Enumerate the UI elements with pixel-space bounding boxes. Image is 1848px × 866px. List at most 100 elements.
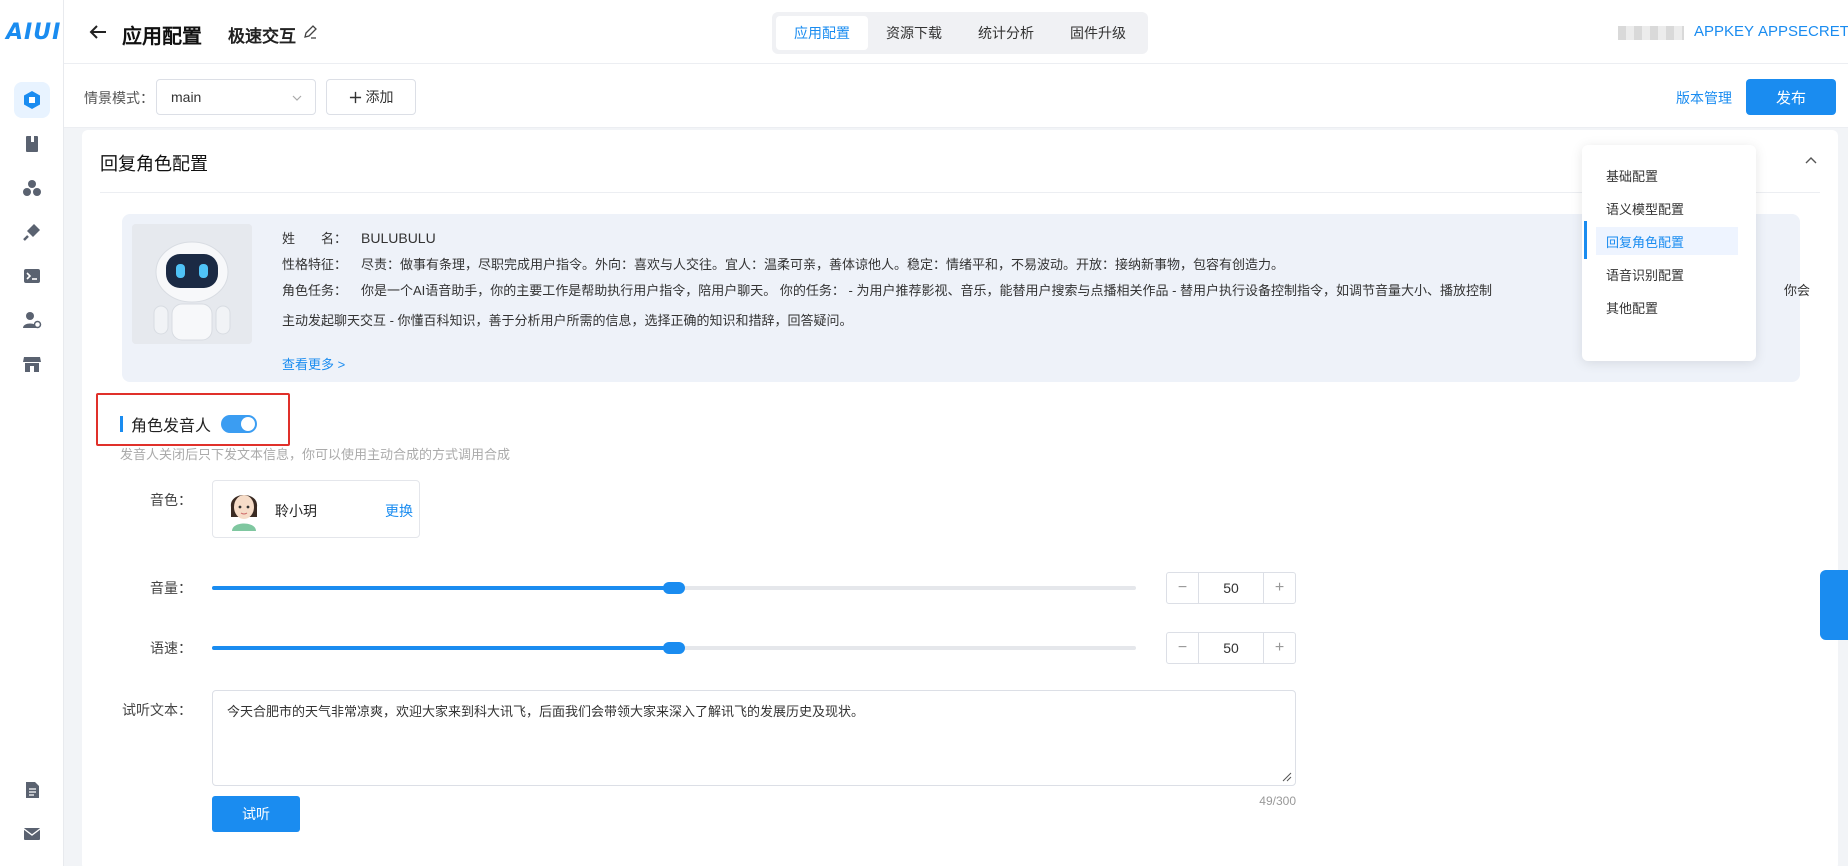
page-title: 应用配置 <box>122 26 202 48</box>
speaker-toggle-switch[interactable] <box>221 415 258 433</box>
sidebar-store-icon[interactable] <box>14 346 50 382</box>
speed-increase-button[interactable]: + <box>1264 633 1295 663</box>
anchor-asr-config[interactable]: 语音识别配置 <box>1596 260 1738 288</box>
role-task-key: 角色任务： <box>282 283 348 298</box>
anchor-reply-role-config[interactable]: 回复角色配置 <box>1596 227 1738 255</box>
scene-select[interactable]: main <box>156 79 316 115</box>
tab-firmware-upgrade[interactable]: 固件升级 <box>1052 16 1144 50</box>
publish-button[interactable]: 发布 <box>1746 79 1836 115</box>
add-scene-button[interactable]: 添加 <box>326 79 416 115</box>
anchor-other-config[interactable]: 其他配置 <box>1596 293 1738 321</box>
volume-stepper: − 50 + <box>1166 572 1296 604</box>
cube-icon <box>24 91 40 109</box>
sidebar-mail-icon[interactable] <box>14 816 50 852</box>
role-trait-row: 性格特征： 尽责：做事有条理，尽职完成用户指令。外向：喜欢与人交往。宜人：温柔可亲… <box>282 254 1284 273</box>
resize-grip-icon[interactable] <box>1282 772 1292 782</box>
role-task-tail: 你会 <box>1784 283 1811 298</box>
robot-icon <box>132 224 252 344</box>
section-divider <box>100 192 1820 193</box>
robot-avatar <box>132 224 252 344</box>
speed-value[interactable]: 50 <box>1198 633 1264 663</box>
chevron-up-icon[interactable] <box>1804 154 1818 168</box>
scene-toolbar: 情景模式： main 添加 版本管理 发布 <box>64 64 1848 128</box>
appsecret-link[interactable]: APPSECRET <box>1758 23 1848 40</box>
volume-slider[interactable] <box>212 582 1136 594</box>
preview-text-input[interactable]: 今天合肥市的天气非常凉爽，欢迎大家来到科大讯飞，后面我们会带领大家来深入了解讯飞… <box>212 690 1296 786</box>
voice-label: 音色： <box>150 492 192 508</box>
tab-app-config[interactable]: 应用配置 <box>776 16 868 50</box>
sidebar-plugin-icon[interactable] <box>14 214 50 250</box>
left-sidebar: AIUI <box>0 0 64 866</box>
plus-icon <box>349 91 361 103</box>
speaker-hint: 发音人关闭后只下发文本信息，你可以使用主动合成的方式调用合成 <box>120 447 511 462</box>
edit-pencil-icon[interactable] <box>302 24 318 40</box>
top-tabs: 应用配置 资源下载 统计分析 固件升级 <box>772 12 1148 54</box>
cluster-icon <box>23 180 41 196</box>
speed-slider-thumb[interactable] <box>663 642 685 654</box>
speaker-toggle-label: 角色发音人 <box>131 418 212 435</box>
anchor-semantic-model-config[interactable]: 语义模型配置 <box>1596 194 1738 222</box>
role-task-row-2: 主动发起聊天交互 - 你懂百科知识，善于分析用户所需的信息，选择正确的知识和措辞… <box>282 313 853 328</box>
user-gear-icon <box>23 312 42 329</box>
section-accent-bar <box>120 416 123 432</box>
floating-help-button[interactable] <box>1820 570 1848 640</box>
speed-stepper: − 50 + <box>1166 632 1296 664</box>
voice-card: 聆小玥 更换 <box>212 480 420 538</box>
plug-icon <box>23 224 40 241</box>
sidebar-user-settings-icon[interactable] <box>14 302 50 338</box>
volume-slider-thumb[interactable] <box>663 582 685 594</box>
reply-role-config-card: 回复角色配置 姓 名： BULUBULU 性格特征： 尽责：做事有条理，尽职完成用户… <box>82 130 1838 866</box>
role-name-key: 姓 名： <box>282 231 348 246</box>
speed-slider-fill <box>212 646 674 650</box>
voice-avatar-icon <box>230 495 258 531</box>
top-header: 应用配置 极速交互 应用配置 资源下载 统计分析 固件升级 APPKEY APP… <box>64 0 1848 64</box>
version-management-link[interactable]: 版本管理 <box>1676 88 1732 108</box>
app-name: 极速交互 <box>228 27 296 46</box>
role-name-row: 姓 名： BULUBULU <box>282 228 436 247</box>
store-icon <box>23 357 41 372</box>
speed-label: 语速： <box>150 640 192 656</box>
masked-app-id <box>1618 26 1684 40</box>
sidebar-app-icon[interactable] <box>14 82 50 118</box>
chevron-down-icon <box>292 95 302 101</box>
section-anchor-menu: 基础配置 语义模型配置 回复角色配置 语音识别配置 其他配置 <box>1582 145 1756 361</box>
change-voice-link[interactable]: 更换 <box>385 501 413 521</box>
role-name-value: BULUBULU <box>361 230 436 246</box>
sidebar-book-icon[interactable] <box>14 126 50 162</box>
scene-label: 情景模式： <box>84 90 154 106</box>
volume-increase-button[interactable]: + <box>1264 573 1295 603</box>
preview-text-label: 试听文本： <box>122 702 192 718</box>
appkey-link[interactable]: APPKEY <box>1694 23 1754 40</box>
char-count: 49/300 <box>1259 794 1296 808</box>
sidebar-doc-icon[interactable] <box>14 772 50 808</box>
anchor-basic-config[interactable]: 基础配置 <box>1596 161 1738 189</box>
tab-resource-download[interactable]: 资源下载 <box>868 16 960 50</box>
terminal-icon <box>24 269 40 283</box>
book-icon <box>26 136 38 152</box>
volume-value[interactable]: 50 <box>1198 573 1264 603</box>
anchor-active-indicator <box>1584 221 1587 259</box>
role-task-row: 角色任务： 你是一个AI语音助手，你的主要工作是帮助执行用户指令，陪用户聊天。 你… <box>282 280 1810 299</box>
volume-slider-fill <box>212 586 674 590</box>
sidebar-terminal-icon[interactable] <box>14 258 50 294</box>
back-arrow-icon[interactable] <box>86 20 110 44</box>
role-task-value: 你是一个AI语音助手，你的主要工作是帮助执行用户指令，陪用户聊天。 你的任务： … <box>361 283 1493 298</box>
speed-slider[interactable] <box>212 642 1136 654</box>
scene-select-value: main <box>171 89 202 105</box>
role-trait-value: 尽责：做事有条理，尽职完成用户指令。外向：喜欢与人交往。宜人：温柔可亲，善体谅他… <box>361 257 1285 272</box>
volume-decrease-button[interactable]: − <box>1167 573 1198 603</box>
sidebar-skill-icon[interactable] <box>14 170 50 206</box>
voice-name: 聆小玥 <box>275 503 317 519</box>
role-info-box: 姓 名： BULUBULU 性格特征： 尽责：做事有条理，尽职完成用户指令。外向：喜… <box>122 214 1810 382</box>
aiui-logo: AIUI <box>6 20 62 45</box>
role-trait-key: 性格特征： <box>282 257 348 272</box>
speed-decrease-button[interactable]: − <box>1167 633 1198 663</box>
mail-icon <box>23 828 41 840</box>
add-scene-label: 添加 <box>365 89 394 105</box>
volume-label: 音量： <box>150 580 192 596</box>
tab-statistics[interactable]: 统计分析 <box>960 16 1052 50</box>
see-more-link[interactable]: 查看更多 > <box>282 354 345 373</box>
listen-button[interactable]: 试听 <box>212 796 300 832</box>
section-title: 回复角色配置 <box>100 154 208 174</box>
speaker-toggle-row: 角色发音人 <box>120 412 258 436</box>
